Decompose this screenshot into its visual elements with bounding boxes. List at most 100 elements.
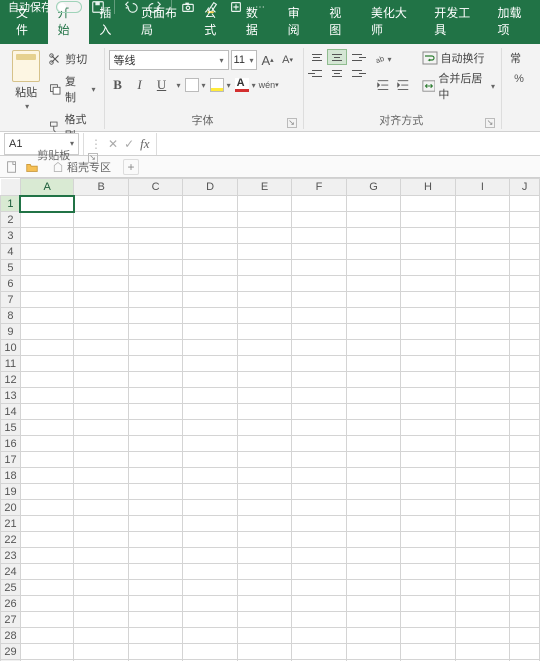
cell[interactable] [455, 244, 509, 260]
cell[interactable] [128, 292, 182, 308]
column-header[interactable]: J [510, 179, 540, 196]
cell[interactable] [20, 372, 73, 388]
cell[interactable] [183, 196, 237, 212]
cell[interactable] [455, 372, 509, 388]
cell[interactable] [183, 532, 237, 548]
cell[interactable] [292, 404, 346, 420]
tab-file[interactable]: 文件 [6, 0, 48, 44]
row-header[interactable]: 7 [1, 292, 21, 308]
cell[interactable] [292, 228, 346, 244]
font-size-combo[interactable]: 11 ▾ [231, 50, 257, 70]
row-header[interactable]: 23 [1, 548, 21, 564]
cell[interactable] [20, 532, 73, 548]
cell[interactable] [237, 580, 291, 596]
column-header[interactable]: I [455, 179, 509, 196]
cell[interactable] [183, 260, 237, 276]
add-sheet-button[interactable]: + [123, 159, 139, 175]
italic-button[interactable]: I [131, 76, 149, 94]
cell[interactable] [401, 276, 455, 292]
cell[interactable] [20, 612, 73, 628]
cell[interactable] [74, 388, 128, 404]
cell[interactable] [455, 452, 509, 468]
cell[interactable] [346, 276, 400, 292]
cell[interactable] [292, 484, 346, 500]
cell[interactable] [74, 308, 128, 324]
cell[interactable] [455, 196, 509, 212]
column-header[interactable]: A [20, 179, 73, 196]
cell[interactable] [510, 308, 540, 324]
font-name-combo[interactable]: 等线 ▾ [109, 50, 229, 70]
row-header[interactable]: 5 [1, 260, 21, 276]
cell[interactable] [455, 484, 509, 500]
cell[interactable] [183, 500, 237, 516]
cell[interactable] [74, 564, 128, 580]
cell[interactable] [128, 548, 182, 564]
cell[interactable] [346, 228, 400, 244]
cell[interactable] [237, 276, 291, 292]
cell[interactable] [346, 404, 400, 420]
number-format-combo[interactable]: 常 [510, 50, 528, 66]
cell[interactable] [237, 196, 291, 212]
cell[interactable] [183, 612, 237, 628]
row-header[interactable]: 19 [1, 484, 21, 500]
row-header[interactable]: 6 [1, 276, 21, 292]
cell[interactable] [20, 596, 73, 612]
formula-input[interactable] [157, 133, 540, 155]
cell[interactable] [346, 420, 400, 436]
fx-icon[interactable]: fx [140, 136, 149, 152]
cell[interactable] [346, 500, 400, 516]
cell[interactable] [401, 356, 455, 372]
cell[interactable] [455, 324, 509, 340]
tab-review[interactable]: 审阅 [278, 0, 320, 44]
cell[interactable] [128, 596, 182, 612]
cell[interactable] [237, 388, 291, 404]
cell[interactable] [346, 628, 400, 644]
cell[interactable] [292, 372, 346, 388]
cell[interactable] [292, 260, 346, 276]
cell[interactable] [183, 580, 237, 596]
cell[interactable] [74, 228, 128, 244]
cell[interactable] [401, 532, 455, 548]
accounting-format-button[interactable]: % [510, 70, 528, 88]
chevron-down-icon[interactable]: ▾ [177, 81, 181, 90]
cell[interactable] [510, 212, 540, 228]
cell[interactable] [183, 452, 237, 468]
cell[interactable] [74, 276, 128, 292]
cell[interactable] [510, 404, 540, 420]
cell[interactable] [74, 548, 128, 564]
cell[interactable] [455, 308, 509, 324]
merge-center-button[interactable]: 合并后居中 ▾ [422, 70, 495, 102]
chevron-down-icon[interactable]: ▾ [250, 56, 254, 65]
cell[interactable] [183, 484, 237, 500]
cell[interactable] [74, 596, 128, 612]
cell[interactable] [74, 644, 128, 660]
cell[interactable] [292, 308, 346, 324]
cell[interactable] [74, 468, 128, 484]
cell[interactable] [183, 292, 237, 308]
chevron-down-icon[interactable]: ▾ [92, 85, 96, 94]
cell[interactable] [401, 548, 455, 564]
cell[interactable] [455, 500, 509, 516]
cell[interactable] [455, 404, 509, 420]
cell[interactable] [455, 468, 509, 484]
cell[interactable] [455, 420, 509, 436]
cell[interactable] [183, 644, 237, 660]
cell[interactable] [401, 404, 455, 420]
cell[interactable] [128, 196, 182, 212]
align-top-center-button[interactable] [328, 50, 346, 64]
cell[interactable] [346, 452, 400, 468]
cell[interactable] [20, 564, 73, 580]
row-header[interactable]: 24 [1, 564, 21, 580]
cell[interactable] [455, 564, 509, 580]
cell[interactable] [74, 260, 128, 276]
cut-button[interactable]: 剪切 [46, 50, 97, 68]
cell[interactable] [510, 500, 540, 516]
cell[interactable] [455, 436, 509, 452]
cell[interactable] [74, 516, 128, 532]
cell[interactable] [510, 596, 540, 612]
cell[interactable] [74, 532, 128, 548]
cell[interactable] [128, 580, 182, 596]
align-left-button[interactable] [308, 66, 326, 80]
cell[interactable] [128, 404, 182, 420]
cell[interactable] [346, 388, 400, 404]
